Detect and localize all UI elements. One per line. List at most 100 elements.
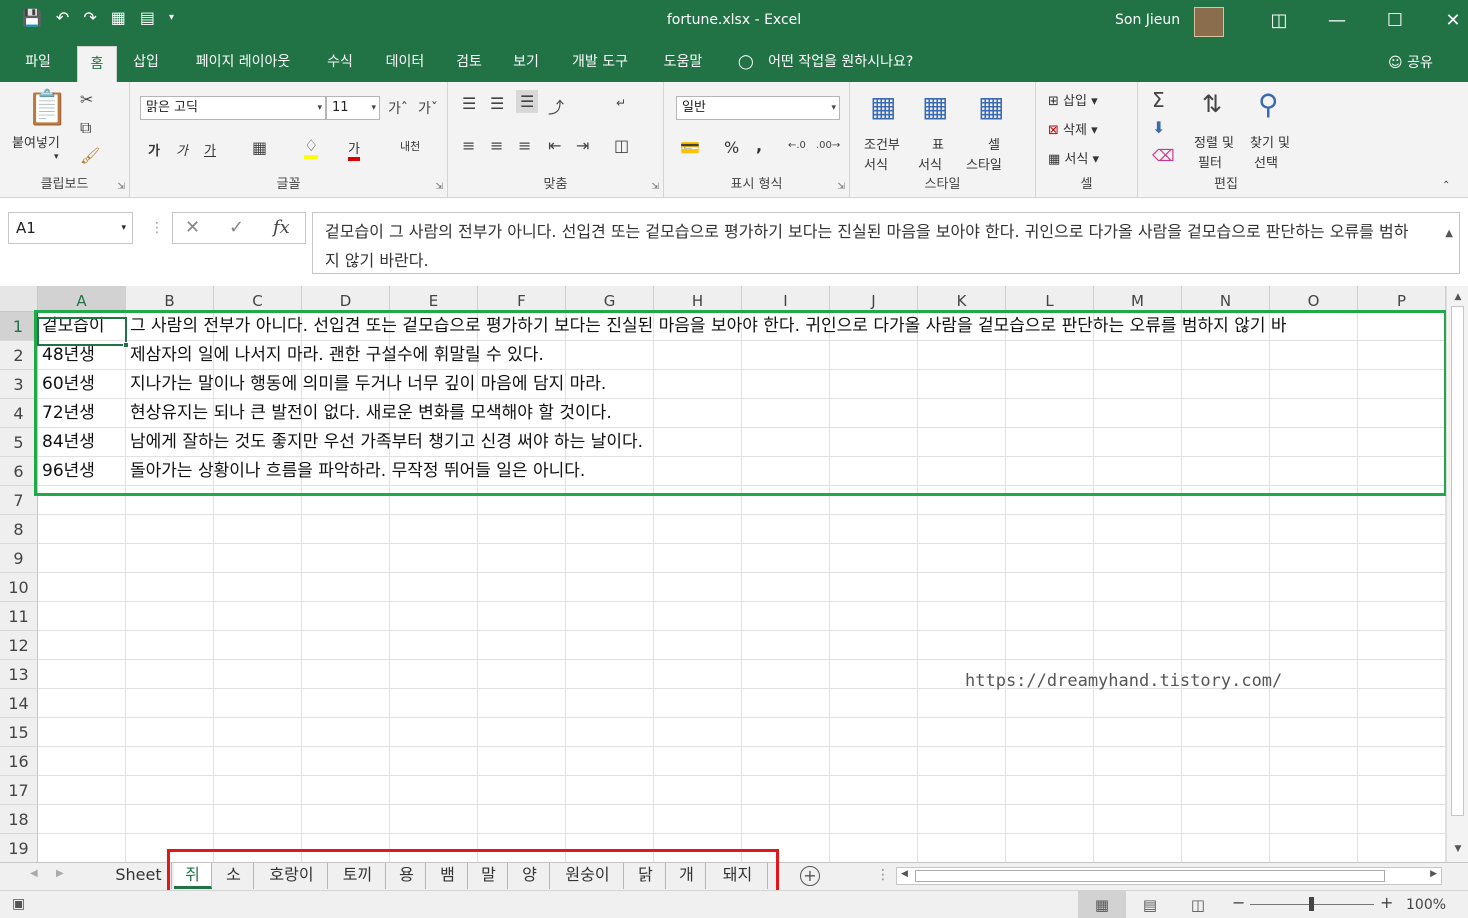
sheet-tab[interactable]: 소 (214, 863, 254, 889)
scroll-up-icon[interactable]: ▲ (1447, 292, 1468, 302)
name-box[interactable]: A1 ▾ (8, 212, 133, 244)
cell-b4[interactable]: 현상유지는 되나 큰 발전이 없다. 새로운 변화를 모색해야 할 것이다. (130, 399, 1442, 428)
row-header-3[interactable]: 3 (0, 370, 38, 399)
column-header-h[interactable]: H (654, 286, 742, 312)
cell-b2[interactable]: 제삼자의 일에 나서지 마라. 괜한 구설수에 휘말릴 수 있다. (130, 341, 1442, 370)
form-icon[interactable]: ▦ (111, 8, 126, 27)
row-header-5[interactable]: 5 (0, 428, 38, 457)
tab-help[interactable]: 도움말 (652, 44, 714, 82)
tab-file[interactable]: 파일 (8, 44, 68, 82)
row-header-17[interactable]: 17 (0, 776, 38, 805)
normal-view-icon[interactable]: ▦ (1078, 891, 1126, 918)
maximize-icon[interactable]: ☐ (1366, 6, 1424, 36)
font-name-combo[interactable]: 맑은 고딕 ▾ (140, 96, 326, 120)
bold-button[interactable]: 가 (148, 140, 160, 159)
row-header-1[interactable]: 1 (0, 312, 38, 341)
scroll-right-icon[interactable]: ▶ (1430, 869, 1437, 879)
close-icon[interactable]: ✕ (1424, 6, 1468, 36)
underline-button[interactable]: 가 (204, 140, 216, 159)
italic-button[interactable]: 가 (176, 140, 188, 159)
tab-page-layout[interactable]: 페이지 레이아웃 (180, 44, 306, 82)
worksheet-grid[interactable]: ABCDEFGHIJKLMNOP 1 2 3 4 5 6 7 8 9 10 11 12 13 14 15 16… (0, 286, 1468, 862)
find-select-button-line2[interactable]: 선택 (1254, 152, 1278, 171)
scroll-tabs-right-icon[interactable]: ▶ (56, 868, 64, 879)
formula-input[interactable]: 겉모습이 그 사람의 전부가 아니다. 선입견 또는 겉모습으로 평가하기 보다… (312, 212, 1460, 274)
conditional-format-button-line2[interactable]: 서식 (864, 154, 888, 173)
cut-icon[interactable]: ✂ (80, 90, 93, 109)
macro-record-icon[interactable]: ▣ (12, 896, 25, 912)
tab-developer[interactable]: 개발 도구 (560, 44, 640, 82)
align-left-icon[interactable]: ≡ (462, 136, 475, 155)
row-header-13[interactable]: 13 (0, 660, 38, 689)
enter-icon[interactable]: ✓ (229, 217, 244, 238)
redo-icon[interactable]: ↷ (83, 8, 96, 27)
format-table-button-line2[interactable]: 서식 (918, 154, 942, 173)
tell-me-search[interactable]: ◯ 어떤 작업을 원하시나요? (738, 44, 913, 80)
column-header-c[interactable]: C (214, 286, 302, 312)
cell-a3[interactable]: 60년생 (42, 370, 124, 399)
sheet-tab[interactable]: 뱀 (428, 863, 468, 889)
row-header-16[interactable]: 16 (0, 747, 38, 776)
column-header-n[interactable]: N (1182, 286, 1270, 312)
tab-split-grip-icon[interactable]: ⋮ (876, 867, 890, 883)
column-header-d[interactable]: D (302, 286, 390, 312)
font-size-combo[interactable]: 11 ▾ (326, 96, 380, 120)
sheet-tab[interactable]: 용 (388, 863, 426, 889)
column-header-g[interactable]: G (566, 286, 654, 312)
find-select-button[interactable]: 찾기 및 (1250, 132, 1290, 151)
decrease-decimal-icon[interactable]: .00→ (816, 140, 840, 151)
ribbon-display-icon[interactable]: ◫ (1250, 6, 1308, 36)
cell-b1[interactable]: 그 사람의 전부가 아니다. 선입견 또는 겉모습으로 평가하기 보다는 진실된… (130, 312, 1442, 341)
accounting-format-icon[interactable]: 💳 (680, 138, 700, 157)
delete-cells-button[interactable]: ⊠ 삭제 ▾ (1048, 119, 1098, 138)
zoom-in-icon[interactable]: + (1380, 893, 1393, 912)
row-header-10[interactable]: 10 (0, 573, 38, 602)
row-header-4[interactable]: 4 (0, 399, 38, 428)
avatar[interactable] (1194, 7, 1224, 37)
row-header-11[interactable]: 11 (0, 602, 38, 631)
zoom-out-icon[interactable]: − (1232, 893, 1245, 912)
row-header-14[interactable]: 14 (0, 689, 38, 718)
collapse-formula-icon[interactable]: ▲ (1445, 219, 1453, 248)
number-format-combo[interactable]: 일반 ▾ (676, 96, 840, 120)
sheet-tab[interactable]: 개 (668, 863, 706, 889)
format-table-icon[interactable]: ▦ (922, 90, 948, 123)
font-color-button[interactable]: 가 (348, 138, 360, 161)
sheet-tab[interactable]: 양 (510, 863, 550, 889)
undo-icon[interactable]: ↶ (56, 8, 69, 27)
sheet-tab[interactable]: 원숭이 (552, 863, 624, 889)
cell-b6[interactable]: 돌아가는 상황이나 흐름을 파악하라. 무작정 뛰어들 일은 아니다. (130, 457, 1442, 486)
sheet-tab[interactable]: 호랑이 (256, 863, 328, 889)
dialog-launcher-icon[interactable]: ⇲ (117, 182, 125, 192)
insert-cells-button[interactable]: ⊞ 삽입 ▾ (1048, 90, 1098, 109)
align-bottom-icon[interactable]: ☰ (516, 90, 539, 113)
scroll-left-icon[interactable]: ◀ (901, 869, 908, 879)
horizontal-scrollbar[interactable]: ◀ ▶ (896, 867, 1442, 885)
align-center-icon[interactable]: ≡ (490, 136, 503, 155)
copy-icon[interactable]: ⧉ (80, 118, 91, 138)
column-header-f[interactable]: F (478, 286, 566, 312)
row-header-8[interactable]: 8 (0, 515, 38, 544)
sheet-tab[interactable]: 말 (470, 863, 508, 889)
grow-font-icon[interactable]: 가ˆ (388, 98, 408, 118)
increase-indent-icon[interactable]: ⇥ (576, 136, 589, 155)
clear-icon[interactable]: ⌫ (1152, 146, 1175, 165)
zoom-level[interactable]: 100% (1406, 897, 1446, 913)
row-header-7[interactable]: 7 (0, 486, 38, 515)
increase-decimal-icon[interactable]: ←.0 (788, 140, 806, 151)
sheet-tab[interactable]: 토끼 (330, 863, 386, 889)
cell-a5[interactable]: 84년생 (42, 428, 124, 457)
dialog-launcher-icon[interactable]: ⇲ (651, 182, 659, 192)
sheet-tab[interactable]: 쥐 (174, 863, 212, 889)
conditional-format-button[interactable]: 조건부 (864, 134, 900, 153)
comma-button[interactable]: , (756, 136, 762, 155)
cell-styles-icon[interactable]: ▦ (978, 90, 1004, 123)
decrease-indent-icon[interactable]: ⇤ (548, 136, 561, 155)
tab-data[interactable]: 데이터 (374, 44, 436, 82)
share-button[interactable]: ☺ 공유 (1388, 44, 1433, 82)
border-icon[interactable]: ▦ (252, 138, 267, 157)
conditional-format-icon[interactable]: ▦ (870, 90, 896, 123)
select-all-corner[interactable] (0, 286, 38, 312)
scroll-down-icon[interactable]: ▼ (1447, 844, 1468, 854)
add-sheet-button[interactable]: + (800, 866, 820, 886)
